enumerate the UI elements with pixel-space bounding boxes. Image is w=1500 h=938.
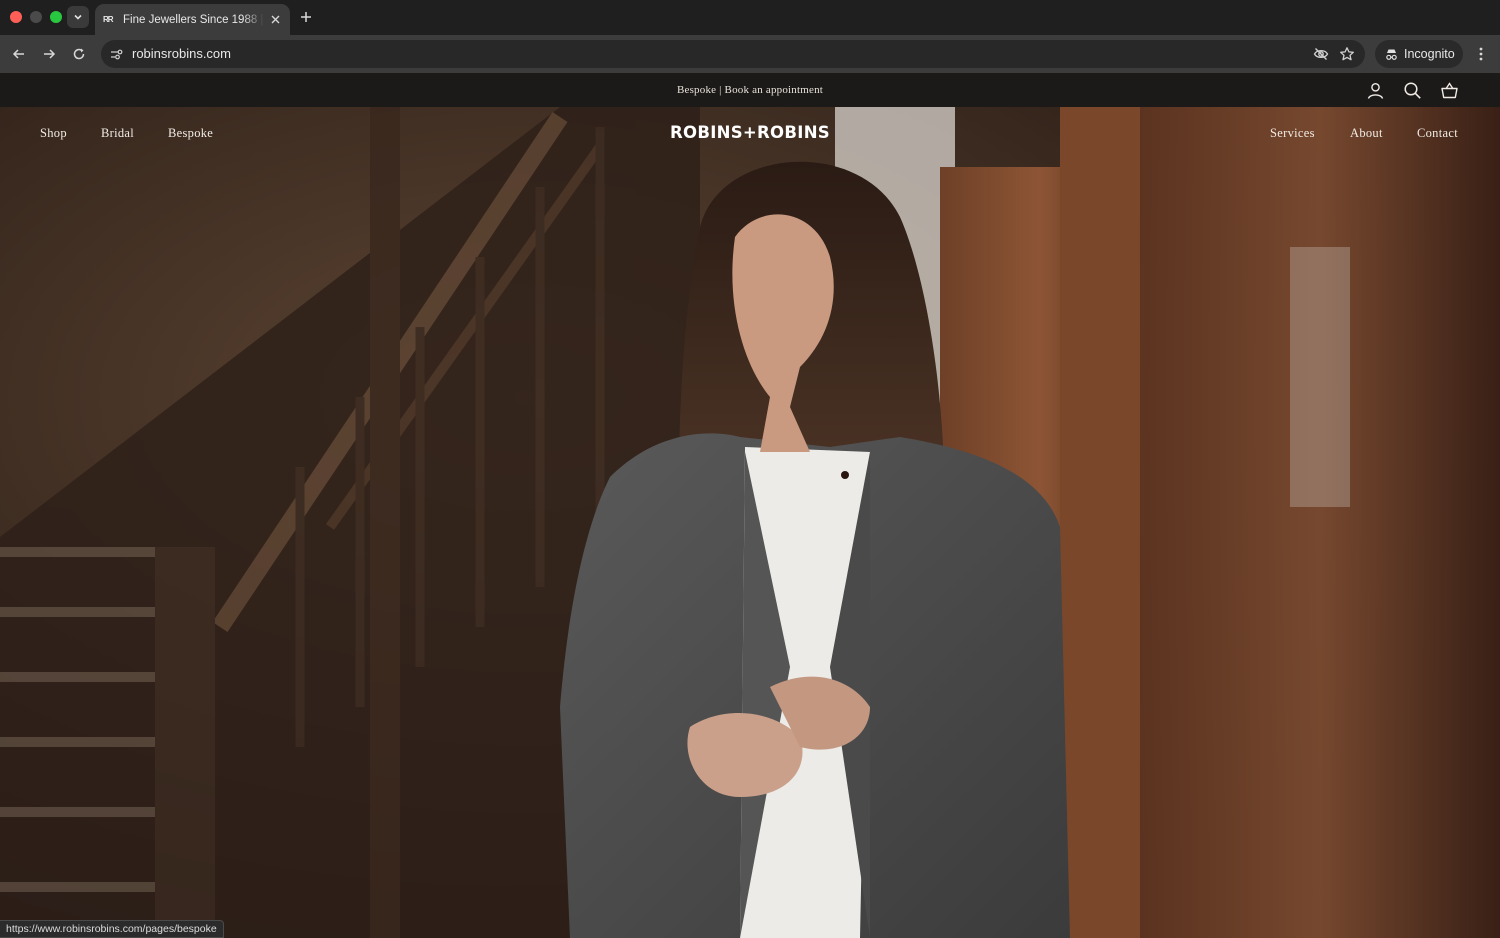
url-text[interactable]: robinsrobins.com xyxy=(132,46,231,61)
announcement-bar: Bespoke | Book an appointment xyxy=(0,73,1500,107)
site-settings-icon[interactable] xyxy=(108,46,124,62)
nav-services[interactable]: Services xyxy=(1270,126,1315,141)
forward-button[interactable] xyxy=(39,44,59,64)
back-button[interactable] xyxy=(9,44,29,64)
eye-off-icon[interactable] xyxy=(1313,46,1329,62)
search-icon[interactable] xyxy=(1403,81,1422,100)
nav-about[interactable]: About xyxy=(1350,126,1383,141)
nav-contact[interactable]: Contact xyxy=(1417,126,1458,141)
close-window-button[interactable] xyxy=(10,11,22,23)
reload-button[interactable] xyxy=(69,44,89,64)
arrow-left-icon xyxy=(12,49,24,59)
more-vertical-icon xyxy=(1479,47,1483,61)
nav-shop[interactable]: Shop xyxy=(40,126,67,141)
incognito-label: Incognito xyxy=(1404,47,1455,61)
reload-icon xyxy=(73,48,85,60)
maximize-window-button[interactable] xyxy=(50,11,62,23)
bookmark-star-icon[interactable] xyxy=(1339,46,1355,62)
address-bar[interactable]: robinsrobins.com xyxy=(101,40,1365,68)
announcement-link[interactable]: Bespoke | Book an appointment xyxy=(0,84,1500,96)
browser-tab[interactable]: RR Fine Jewellers Since 1988 | Robins+Ro… xyxy=(95,4,290,35)
new-tab-button[interactable] xyxy=(298,9,314,25)
account-icon[interactable] xyxy=(1366,81,1385,100)
cart-icon[interactable] xyxy=(1440,81,1459,100)
nav-bridal[interactable]: Bridal xyxy=(101,126,134,141)
arrow-right-icon xyxy=(44,49,56,59)
site-logo[interactable]: ROBINS+ROBINS xyxy=(650,123,850,142)
chevron-down-icon xyxy=(74,14,82,20)
minimize-window-button[interactable] xyxy=(30,11,42,23)
browser-tab-strip: RR Fine Jewellers Since 1988 | Robins+Ro… xyxy=(0,0,1500,35)
hero-photo xyxy=(0,107,1500,938)
tab-title: Fine Jewellers Since 1988 | Robins+Robin… xyxy=(123,13,264,26)
incognito-icon xyxy=(1386,49,1397,60)
browser-toolbar: robinsrobins.com Incognito xyxy=(0,35,1500,73)
hero-image: Shop Bridal Bespoke ROBINS+ROBINS Servic… xyxy=(0,107,1500,938)
status-bar-url: https://www.robinsrobins.com/pages/bespo… xyxy=(0,920,224,938)
nav-bespoke[interactable]: Bespoke xyxy=(168,126,213,141)
browser-menu-button[interactable] xyxy=(1472,44,1490,64)
favicon-icon: RR xyxy=(103,14,114,24)
plus-icon xyxy=(301,12,311,22)
incognito-profile-button[interactable]: Incognito xyxy=(1375,40,1463,68)
tab-close-button[interactable] xyxy=(268,13,282,27)
close-icon xyxy=(271,15,279,24)
tab-search-button[interactable] xyxy=(67,6,89,28)
